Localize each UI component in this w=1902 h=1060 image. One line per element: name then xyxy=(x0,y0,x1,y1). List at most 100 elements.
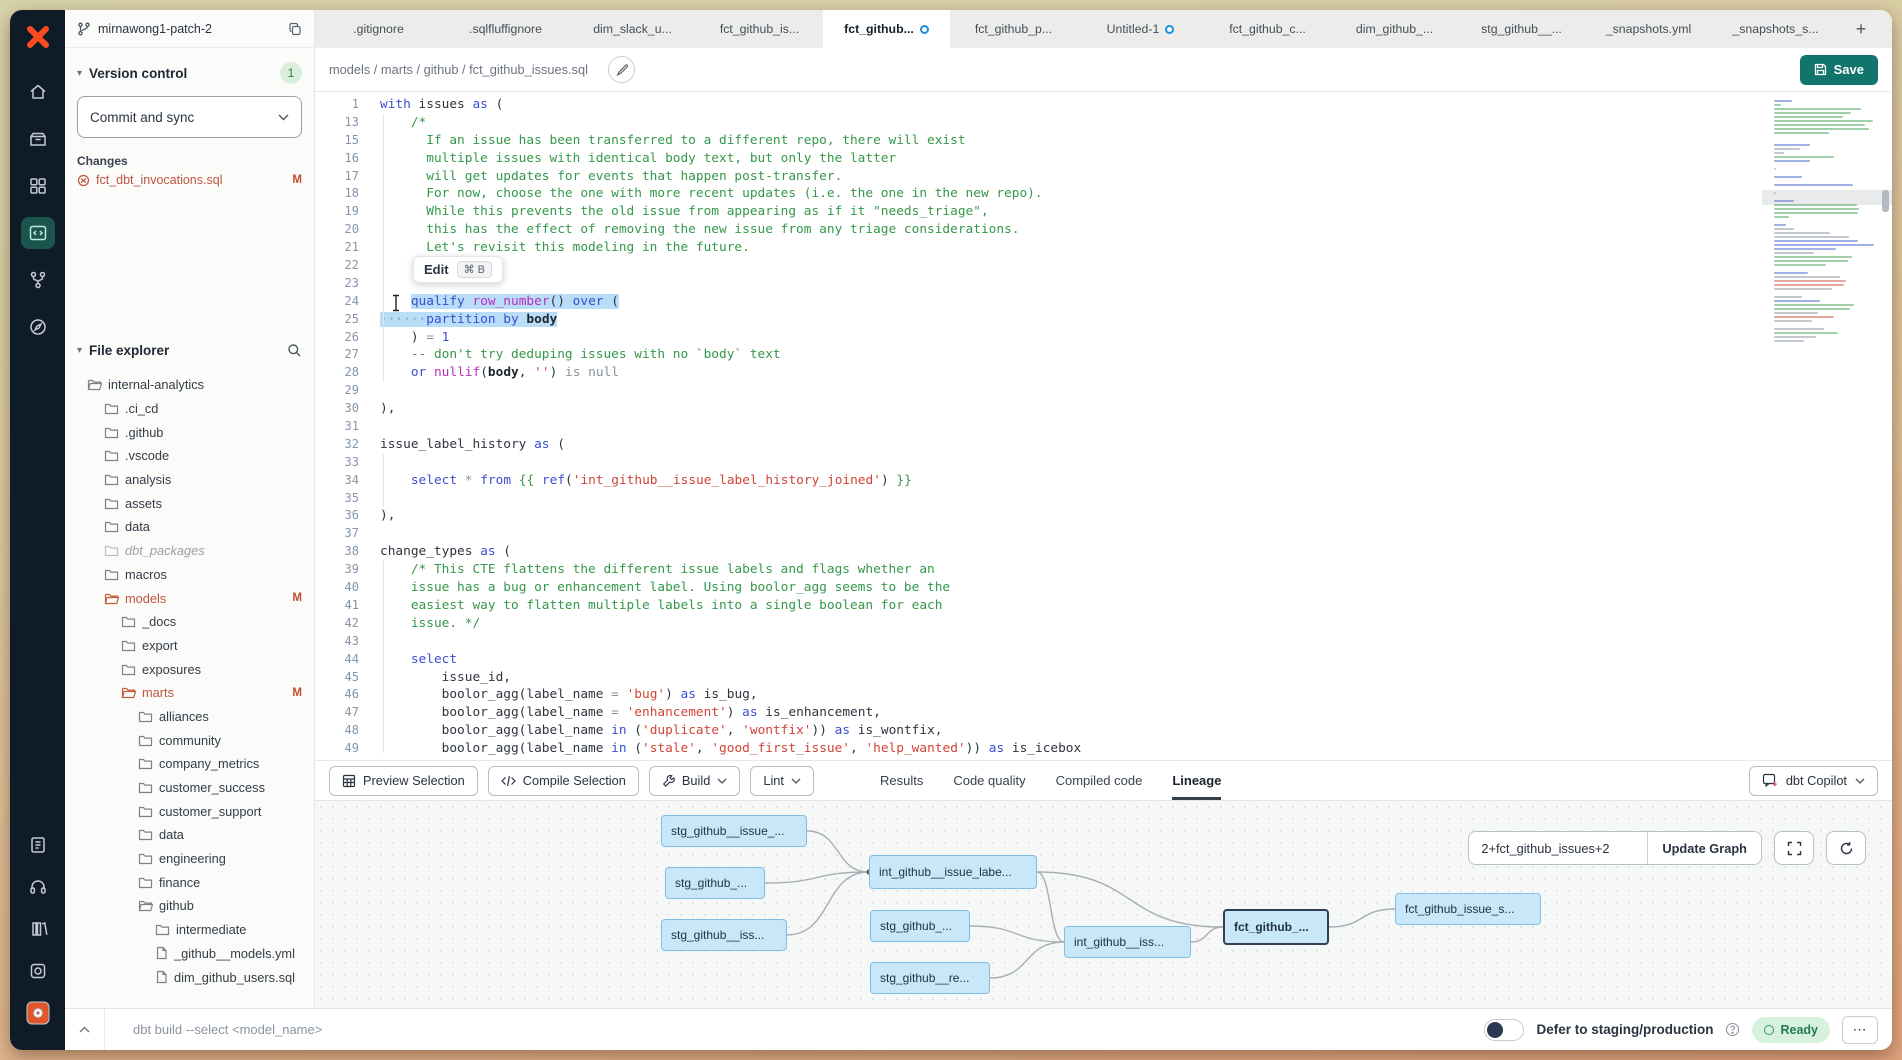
folder-item-export[interactable]: export xyxy=(65,634,314,658)
code-line[interactable]: 17 will get updates for events that happ… xyxy=(315,168,1892,186)
code-line[interactable]: 31 xyxy=(315,418,1892,436)
code-line[interactable]: 38change_types as ( xyxy=(315,543,1892,561)
lint-button[interactable]: Lint xyxy=(750,766,814,796)
editor-tab-fct_github_is...[interactable]: fct_github_is... xyxy=(696,10,823,48)
code-line[interactable]: 13 /* xyxy=(315,114,1892,132)
code-line[interactable]: 27 -- don't try deduping issues with no … xyxy=(315,346,1892,364)
code-line[interactable]: 47 boolor_agg(label_name = 'enhancement'… xyxy=(315,704,1892,722)
editor-tab-_snapshots_s...[interactable]: _snapshots_s... xyxy=(1712,10,1839,48)
folder-item-models[interactable]: modelsM xyxy=(65,586,314,610)
build-button[interactable]: Build xyxy=(649,766,740,796)
more-options-button[interactable]: ⋯ xyxy=(1842,1016,1878,1044)
editor-tab-stg_github__...[interactable]: stg_github__... xyxy=(1458,10,1585,48)
folder-item-.ci_cd[interactable]: .ci_cd xyxy=(65,397,314,421)
code-line[interactable]: 30), xyxy=(315,400,1892,418)
editor-tab-fct_github_c...[interactable]: fct_github_c... xyxy=(1204,10,1331,48)
code-line[interactable]: 22 xyxy=(315,257,1892,275)
code-line[interactable]: 45 issue_id, xyxy=(315,669,1892,687)
code-line[interactable]: 1with issues as ( xyxy=(315,96,1892,114)
changed-file-row[interactable]: fct_dbt_invocations.sql M xyxy=(77,173,302,187)
folder-item-marts[interactable]: martsM xyxy=(65,681,314,705)
code-line[interactable]: 32issue_label_history as ( xyxy=(315,436,1892,454)
folder-item-company_metrics[interactable]: company_metrics xyxy=(65,752,314,776)
code-line[interactable]: 43 xyxy=(315,633,1892,651)
folder-item-data[interactable]: data xyxy=(65,515,314,539)
editor-tab-Untitled-1[interactable]: Untitled-1 xyxy=(1077,10,1204,48)
copy-branch-icon[interactable] xyxy=(288,22,302,36)
lineage-node-n7[interactable]: int_github__iss... xyxy=(1064,926,1191,958)
notebook-icon[interactable] xyxy=(21,830,55,860)
docs-icon[interactable] xyxy=(21,914,55,944)
code-line[interactable]: 23 xyxy=(315,275,1892,293)
code-line[interactable]: 24 qualify row_number() over ( xyxy=(315,293,1892,311)
code-line[interactable]: 28 or nullif(body, '') is null xyxy=(315,364,1892,382)
code-line[interactable]: 48 boolor_agg(label_name in ('duplicate'… xyxy=(315,722,1892,740)
update-graph-button[interactable]: Update Graph xyxy=(1647,832,1761,864)
ide-status-badge[interactable]: Ready xyxy=(1752,1017,1830,1043)
lineage-node-n9[interactable]: fct_github_issue_s... xyxy=(1395,893,1541,925)
code-line[interactable]: 26 ) = 1 xyxy=(315,329,1892,347)
code-line[interactable]: 40 issue has a bug or enhancement label.… xyxy=(315,579,1892,597)
lineage-node-n1[interactable]: stg_github__issue_... xyxy=(661,815,807,847)
results-tab-code-quality[interactable]: Code quality xyxy=(953,761,1025,800)
folder-item-data[interactable]: data xyxy=(65,823,314,847)
lineage-selector-input[interactable] xyxy=(1469,832,1647,864)
folder-item-customer_support[interactable]: customer_support xyxy=(65,799,314,823)
develop-icon[interactable] xyxy=(21,217,55,249)
folder-item-github[interactable]: github xyxy=(65,894,314,918)
fullscreen-button[interactable] xyxy=(1774,831,1814,865)
headset-icon[interactable] xyxy=(21,872,55,902)
code-line[interactable]: 18 For now, choose the one with more rec… xyxy=(315,185,1892,203)
edit-action[interactable]: Edit xyxy=(424,262,449,277)
code-line[interactable]: 46 boolor_agg(label_name = 'bug') as is_… xyxy=(315,686,1892,704)
lineage-node-n3[interactable]: stg_github__iss... xyxy=(661,919,787,951)
branch-selector[interactable]: mirnawong1-patch-2 xyxy=(65,10,314,48)
stack-icon[interactable] xyxy=(21,123,55,155)
code-line[interactable]: 21 Let's revisit this modeling in the fu… xyxy=(315,239,1892,257)
code-line[interactable]: 20 this has the effect of removing the n… xyxy=(315,221,1892,239)
folder-item-finance[interactable]: finance xyxy=(65,870,314,894)
dbt-flame-icon[interactable] xyxy=(21,998,55,1028)
file-explorer-header[interactable]: ▾ File explorer xyxy=(65,337,314,363)
minimap-viewport[interactable] xyxy=(1762,190,1892,205)
editor-tab-.gitignore[interactable]: .gitignore xyxy=(315,10,442,48)
new-tab-button[interactable]: + xyxy=(1839,10,1883,48)
preview-selection-button[interactable]: Preview Selection xyxy=(329,766,478,796)
dbt-copilot-button[interactable]: dbt Copilot xyxy=(1749,766,1878,796)
lineage-node-n4[interactable]: int_github__issue_labe... xyxy=(869,855,1037,889)
code-line[interactable]: 35 xyxy=(315,490,1892,508)
folder-item-analysis[interactable]: analysis xyxy=(65,468,314,492)
folder-item-internal-analytics[interactable]: internal-analytics xyxy=(65,373,314,397)
save-button[interactable]: Save xyxy=(1800,55,1878,85)
code-line[interactable]: 33 xyxy=(315,454,1892,472)
code-line[interactable]: 16 multiple issues with identical body t… xyxy=(315,150,1892,168)
code-line[interactable]: 49 boolor_agg(label_name in ('stale', 'g… xyxy=(315,740,1892,758)
grid-icon[interactable] xyxy=(21,170,55,202)
version-control-header[interactable]: ▾ Version control 1 xyxy=(65,60,314,86)
code-editor[interactable]: 1with issues as (13 /*15 If an issue has… xyxy=(315,92,1892,760)
lineage-node-n6[interactable]: stg_github__re... xyxy=(870,962,990,994)
code-line[interactable]: 34 select * from {{ ref('int_github__iss… xyxy=(315,472,1892,490)
folder-item-macros[interactable]: macros xyxy=(65,563,314,587)
defer-toggle[interactable] xyxy=(1484,1019,1524,1041)
minimap[interactable] xyxy=(1774,100,1878,344)
editor-tab-dim_slack_u...[interactable]: dim_slack_u... xyxy=(569,10,696,48)
folder-item-dbt_packages[interactable]: dbt_packages xyxy=(65,539,314,563)
folder-item-alliances[interactable]: alliances xyxy=(65,705,314,729)
folder-item-.github[interactable]: .github xyxy=(65,420,314,444)
lineage-node-n8[interactable]: fct_github_... xyxy=(1223,909,1329,945)
code-line[interactable]: 39 /* This CTE flattens the different is… xyxy=(315,561,1892,579)
code-line[interactable]: 29 xyxy=(315,382,1892,400)
editor-tab-.sqlfluffignore[interactable]: .sqlfluffignore xyxy=(442,10,569,48)
lineage-node-n5[interactable]: stg_github_... xyxy=(870,910,970,942)
compass-icon[interactable] xyxy=(21,311,55,343)
code-line[interactable]: 36), xyxy=(315,507,1892,525)
folder-item-community[interactable]: community xyxy=(65,728,314,752)
folder-item-assets[interactable]: assets xyxy=(65,491,314,515)
code-line[interactable]: 37 xyxy=(315,525,1892,543)
code-line[interactable]: 19 While this prevents the old issue fro… xyxy=(315,203,1892,221)
status-icon[interactable] xyxy=(21,956,55,986)
results-tab-results[interactable]: Results xyxy=(880,761,923,800)
git-fork-icon[interactable] xyxy=(21,264,55,296)
folder-item-customer_success[interactable]: customer_success xyxy=(65,776,314,800)
